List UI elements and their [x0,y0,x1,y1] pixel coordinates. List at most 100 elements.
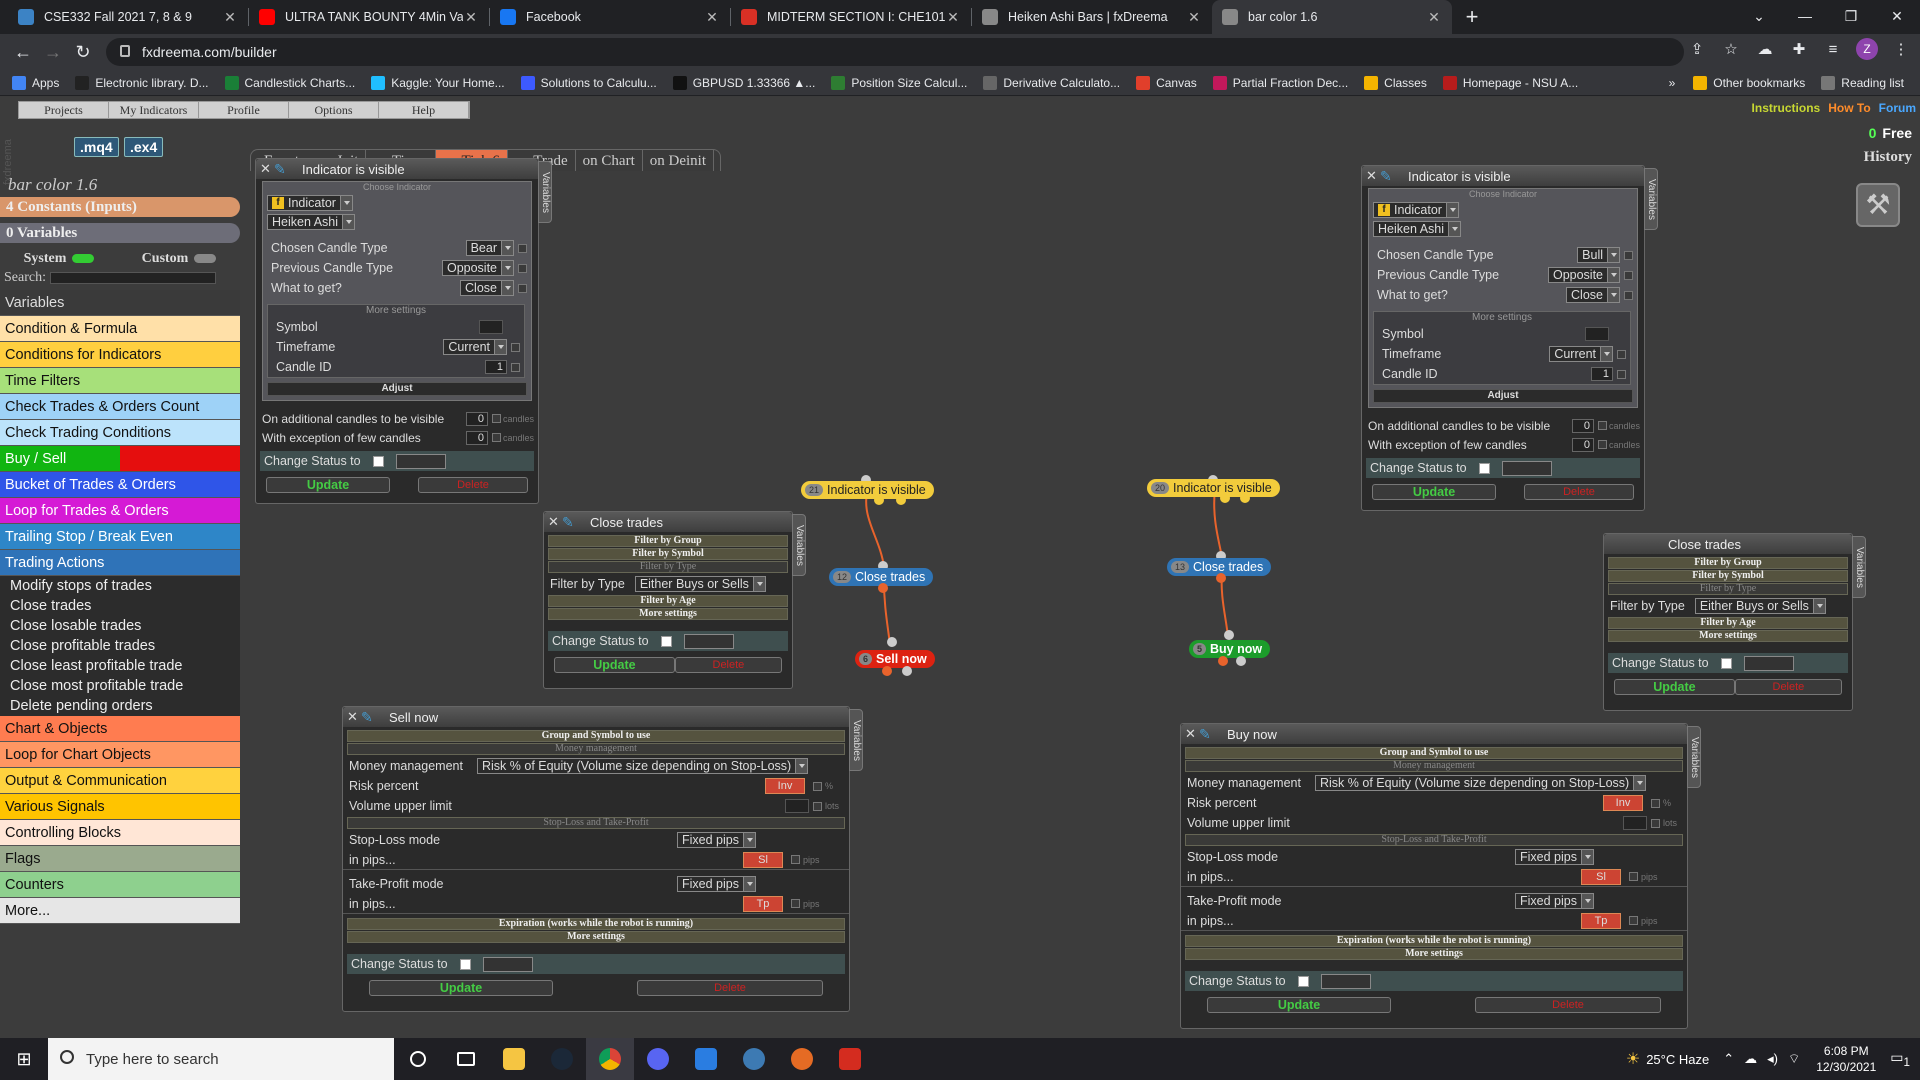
buy-block-header[interactable]: ✕ ✎ Buy now [1181,724,1687,744]
candle-id-checkbox[interactable] [511,362,520,372]
pin-icon[interactable]: ✎ [1380,168,1402,185]
candle-id-checkbox[interactable] [1617,369,1626,379]
delete-button[interactable]: Delete [1524,484,1634,500]
connector-dot[interactable] [1224,630,1234,640]
filter-by-symbol[interactable]: Filter by Symbol [548,548,788,560]
reading-list-icon[interactable]: ≡ [1822,41,1844,58]
take-profit-pips-checkbox[interactable] [791,899,800,908]
money-management-select[interactable]: Risk % of Equity (Volume size depending … [477,758,809,774]
symbol-input[interactable] [1585,327,1609,341]
more-settings[interactable]: More settings [347,931,845,943]
volume-icon[interactable]: ◂) [1767,1051,1778,1067]
connector-dot[interactable] [878,583,888,593]
tray-chevron-icon[interactable]: ⌃ [1723,1051,1734,1067]
delete-button[interactable]: Delete [418,477,528,493]
other-bookmarks[interactable]: Other bookmarks [1693,76,1805,90]
indicator-visible-header[interactable]: ✕ ✎ Indicator is visible [256,159,538,179]
connector-dot[interactable] [887,637,897,647]
variables-tab[interactable]: Variables [849,709,863,771]
update-button[interactable]: Update [266,477,390,493]
adjust-button[interactable]: Adjust [1373,389,1633,403]
update-button[interactable]: Update [554,657,675,673]
task-view-icon[interactable] [442,1038,490,1080]
update-button[interactable]: Update [1614,679,1735,695]
connector-dot[interactable] [874,495,884,505]
tab-close-icon[interactable]: ✕ [1426,9,1442,26]
browser-tab[interactable]: Facebook ✕ [490,0,730,34]
group-symbol[interactable]: Group and Symbol to use [1185,747,1683,759]
delete-button[interactable]: Delete [1475,997,1661,1013]
pin-icon[interactable]: ✎ [562,514,584,531]
stop-loss-pips-input[interactable]: Sl [743,851,783,868]
connector-dot[interactable] [1220,493,1230,503]
acrobat-icon[interactable] [826,1038,874,1080]
tab-close-icon[interactable]: ✕ [704,9,720,26]
change-status-checkbox[interactable] [459,958,471,970]
forward-icon[interactable]: → [38,42,68,63]
update-button[interactable]: Update [1207,997,1391,1013]
volume-upper-checkbox[interactable] [812,801,822,811]
sell-block-header[interactable]: ✕ ✎ Sell now [343,707,849,727]
volume-upper-input[interactable] [784,799,809,813]
more-settings[interactable]: More settings [1608,630,1848,642]
qbittorrent-icon[interactable] [730,1038,778,1080]
bookmark-item[interactable]: Homepage - NSU A... [1442,75,1578,90]
connector-dot[interactable] [1218,656,1228,666]
change-status-checkbox[interactable] [1297,975,1309,987]
tab-close-icon[interactable]: ✕ [222,9,238,26]
new-tab-button[interactable]: + [1452,0,1492,34]
connector-dot[interactable] [1216,573,1226,583]
connector-dot[interactable] [882,666,892,676]
close-trades-header[interactable]: Close trades [1604,534,1852,554]
notification-icon[interactable]: ▭1 [1890,1049,1910,1069]
tab-close-icon[interactable]: ✕ [945,9,961,26]
change-status-input[interactable] [1320,973,1371,989]
take-profit-pips-input[interactable]: Tp [743,895,783,912]
timeframe-select[interactable]: Current [1549,346,1613,362]
risk-percent-input[interactable]: Inv [764,778,805,794]
close-icon[interactable]: ✕ [347,709,361,725]
connector-dot[interactable] [902,666,912,676]
update-button[interactable]: Update [1372,484,1496,500]
change-status-input[interactable] [395,453,446,469]
close-trades-header[interactable]: ✕ ✎ Close trades [544,512,792,532]
profile-avatar[interactable]: Z [1856,38,1878,60]
change-status-input[interactable] [1743,655,1794,671]
indicator-name-select[interactable]: Heiken Ashi [1373,221,1462,237]
bookmark-item[interactable]: Apps [12,75,59,90]
filter-by-age[interactable]: Filter by Age [1608,617,1848,629]
flow-node[interactable]: 5 Buy now [1189,640,1271,658]
taskbar-search[interactable]: Type here to search [48,1038,394,1080]
filter-type-select[interactable]: Either Buys or Sells [634,576,766,592]
indicator-type-select[interactable]: f Indicator [1373,202,1459,218]
browser-tab[interactable]: CSE332 Fall 2021 7, 8 & 9 ✕ [8,0,248,34]
filter-type-select[interactable]: Either Buys or Sells [1694,598,1826,614]
stop-loss-mode-select[interactable]: Fixed pips [1515,849,1594,865]
file-explorer-icon[interactable] [490,1038,538,1080]
adjust-button[interactable]: Adjust [267,382,527,396]
stop-loss-mode-select[interactable]: Fixed pips [677,832,756,848]
close-icon[interactable]: ✕ [1366,168,1380,184]
extension-cloud-icon[interactable]: ☁ [1754,40,1776,58]
indicator-type-select[interactable]: f Indicator [267,195,353,211]
bookmark-item[interactable]: Kaggle: Your Home... [371,75,505,90]
symbol-input[interactable] [479,320,503,334]
previous-candle-type-checkbox[interactable] [1624,270,1633,280]
filter-by-age[interactable]: Filter by Age [548,595,788,607]
change-status-input[interactable] [1501,460,1552,476]
take-profit-mode-select[interactable]: Fixed pips [1515,893,1594,909]
more-settings[interactable]: More settings [1185,948,1683,960]
more-settings-label[interactable]: More settings [268,305,524,317]
pin-icon[interactable]: ✎ [1199,726,1221,743]
pin-icon[interactable]: ✎ [361,709,383,726]
chrome-icon[interactable] [586,1038,634,1080]
variables-tab[interactable]: Variables [792,514,806,576]
steam-icon[interactable] [538,1038,586,1080]
weather-text[interactable]: 25°C Haze [1646,1052,1709,1067]
additional-candles-checkbox[interactable] [1597,421,1607,430]
variables-tab[interactable]: Variables [1852,536,1866,598]
close-icon[interactable]: ✕ [260,161,274,177]
flow-node[interactable]: 21 Indicator is visible [801,481,934,499]
bookmark-star-icon[interactable]: ☆ [1720,40,1742,58]
volume-upper-checkbox[interactable] [1650,818,1660,828]
